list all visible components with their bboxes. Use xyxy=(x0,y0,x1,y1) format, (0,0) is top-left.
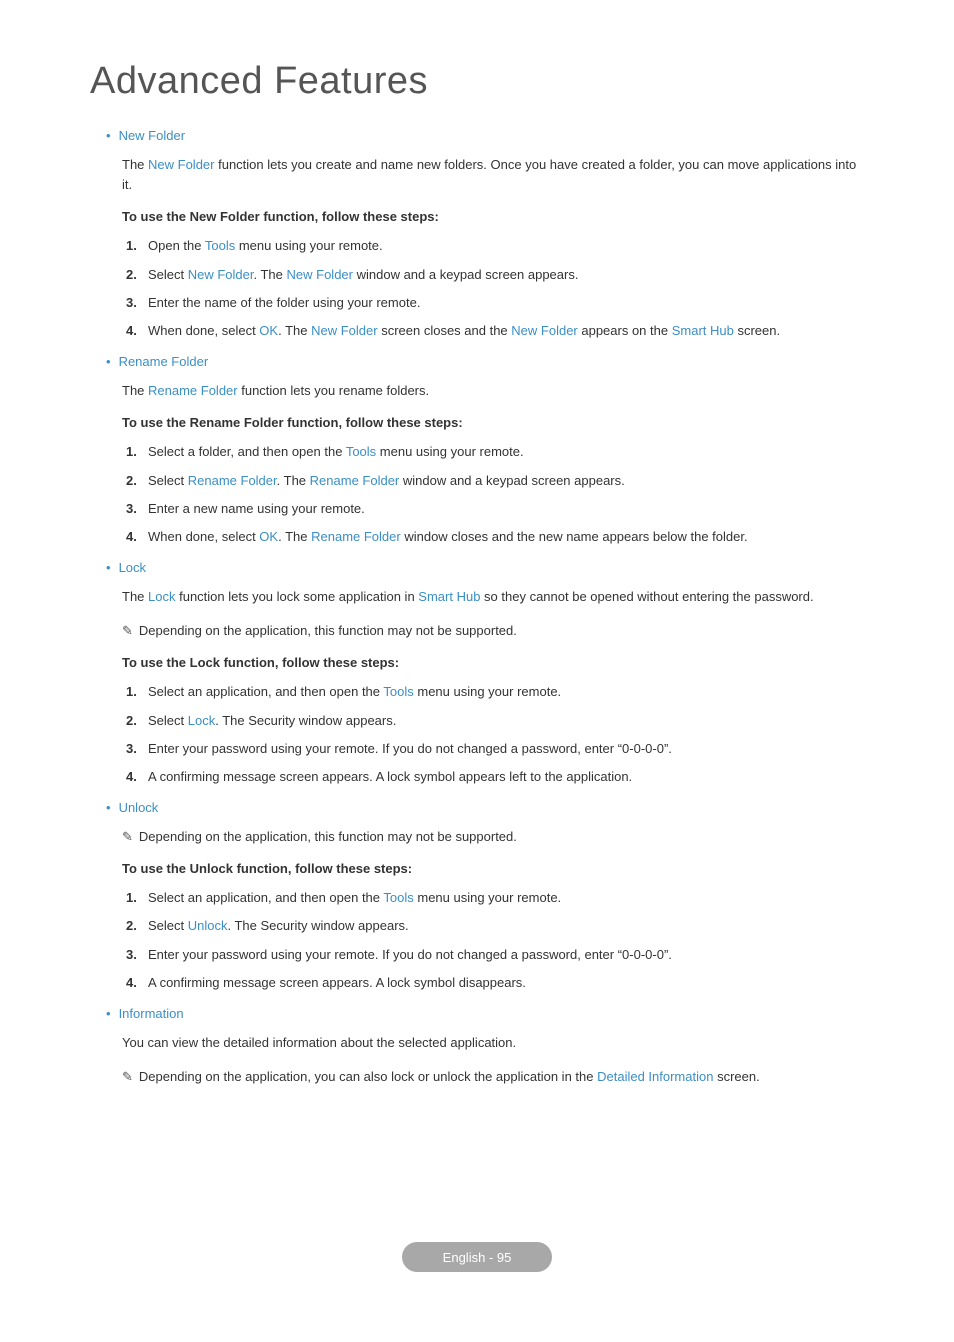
note-icon: ✎ xyxy=(122,827,133,847)
list-item: 2. Select Rename Folder. The Rename Fold… xyxy=(126,471,864,491)
new-folder-steps: 1. Open the Tools menu using your remote… xyxy=(126,236,864,341)
list-item: 1. Select an application, and then open … xyxy=(126,682,864,702)
list-item: 4. A confirming message screen appears. … xyxy=(126,973,864,993)
section-rename-folder: • Rename Folder The Rename Folder functi… xyxy=(90,353,864,547)
section-heading-new-folder: New Folder xyxy=(119,127,185,145)
lock-desc: The Lock function lets you lock some app… xyxy=(122,587,864,607)
section-heading-information: Information xyxy=(119,1005,184,1023)
note-icon: ✎ xyxy=(122,1067,133,1087)
unlock-note: ✎ Depending on the application, this fun… xyxy=(122,827,864,847)
list-item: 3. Enter your password using your remote… xyxy=(126,739,864,759)
bullet-icon: • xyxy=(106,799,111,817)
rename-folder-steps: 1. Select a folder, and then open the To… xyxy=(126,442,864,547)
information-note: ✎ Depending on the application, you can … xyxy=(122,1067,864,1087)
lock-note: ✎ Depending on the application, this fun… xyxy=(122,621,864,641)
note-icon: ✎ xyxy=(122,621,133,641)
list-item: 3. Enter your password using your remote… xyxy=(126,945,864,965)
section-unlock: • Unlock ✎ Depending on the application,… xyxy=(90,799,864,993)
list-item: 4. When done, select OK. The Rename Fold… xyxy=(126,527,864,547)
list-item: 1. Select a folder, and then open the To… xyxy=(126,442,864,462)
lock-steps: 1. Select an application, and then open … xyxy=(126,682,864,787)
term-smart-hub: Smart Hub xyxy=(418,589,480,604)
section-information: • Information You can view the detailed … xyxy=(90,1005,864,1087)
rename-folder-desc: The Rename Folder function lets you rena… xyxy=(122,381,864,401)
list-item: 3. Enter a new name using your remote. xyxy=(126,499,864,519)
list-item: 3. Enter the name of the folder using yo… xyxy=(126,293,864,313)
list-item: 1. Open the Tools menu using your remote… xyxy=(126,236,864,256)
list-item: 4. When done, select OK. The New Folder … xyxy=(126,321,864,341)
lock-steps-heading: To use the Lock function, follow these s… xyxy=(122,655,864,670)
list-item: 2. Select New Folder. The New Folder win… xyxy=(126,265,864,285)
bullet-icon: • xyxy=(106,353,111,371)
information-desc: You can view the detailed information ab… xyxy=(122,1033,864,1053)
bullet-icon: • xyxy=(106,1005,111,1023)
term-detailed-information: Detailed Information xyxy=(597,1069,713,1084)
list-item: 2. Select Unlock. The Security window ap… xyxy=(126,916,864,936)
bullet-icon: • xyxy=(106,127,111,145)
list-item: 4. A confirming message screen appears. … xyxy=(126,767,864,787)
unlock-steps: 1. Select an application, and then open … xyxy=(126,888,864,993)
page-number-badge: English - 95 xyxy=(402,1242,552,1272)
section-heading-unlock: Unlock xyxy=(119,799,159,817)
new-folder-steps-heading: To use the New Folder function, follow t… xyxy=(122,209,864,224)
section-lock: • Lock The Lock function lets you lock s… xyxy=(90,559,864,787)
rename-folder-steps-heading: To use the Rename Folder function, follo… xyxy=(122,415,864,430)
term-rename-folder: Rename Folder xyxy=(148,383,238,398)
section-heading-lock: Lock xyxy=(119,559,146,577)
term-new-folder: New Folder xyxy=(148,157,214,172)
term-lock: Lock xyxy=(148,589,175,604)
section-heading-rename-folder: Rename Folder xyxy=(119,353,209,371)
section-new-folder: • New Folder The New Folder function let… xyxy=(90,127,864,341)
unlock-steps-heading: To use the Unlock function, follow these… xyxy=(122,861,864,876)
list-item: 2. Select Lock. The Security window appe… xyxy=(126,711,864,731)
list-item: 1. Select an application, and then open … xyxy=(126,888,864,908)
bullet-icon: • xyxy=(106,559,111,577)
document-page: Advanced Features • New Folder The New F… xyxy=(0,0,954,1087)
page-title: Advanced Features xyxy=(90,60,864,103)
new-folder-desc: The New Folder function lets you create … xyxy=(122,155,864,195)
